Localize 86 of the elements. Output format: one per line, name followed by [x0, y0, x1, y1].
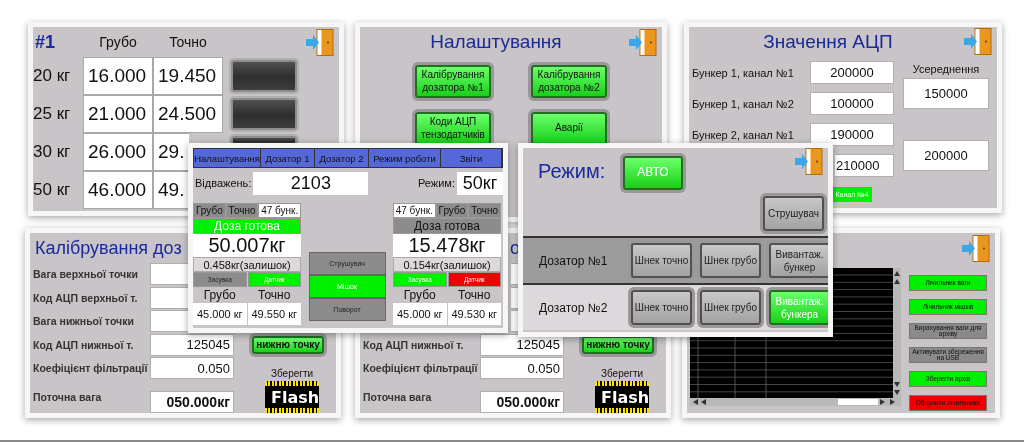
mode-label: Режим: [537, 159, 607, 183]
window-title: Калібрування доз [35, 237, 182, 259]
doser-label: Дозатор №1 [538, 253, 609, 268]
count-field: 2103 [253, 171, 369, 195]
auger-button[interactable]: Вивантаж. бункер [769, 243, 828, 278]
status-lamp: Доза готова [393, 218, 501, 234]
adc-value-field: 200000 [810, 61, 894, 84]
field-label: Коефіцієнт фільтрації [363, 362, 479, 374]
average-label: Усереднення [911, 63, 981, 75]
indicator-lamp: Точно [468, 203, 501, 218]
column-header: Точно [169, 33, 207, 51]
indicator-lamp: Грубо [435, 203, 469, 218]
row-label: 25 кг [33, 104, 72, 124]
weight-display: 15.478кг [393, 234, 501, 257]
input-field[interactable]: 125045 [150, 333, 234, 356]
column-label: Точно [457, 287, 492, 303]
menu-button[interactable]: Аварії [531, 112, 607, 145]
input-field[interactable]: 0.050 [480, 357, 564, 379]
indicator-lamp: Точно [225, 203, 259, 218]
indicator-lamp: 47 бунк. [393, 203, 436, 218]
field-label: Поточна вага [33, 390, 103, 403]
shaker-button[interactable]: Струшувач [763, 195, 824, 231]
set-point-button[interactable]: нижню точку [252, 335, 324, 354]
screen-number: #1 [34, 31, 56, 53]
input-field[interactable]: 125045 [480, 333, 564, 356]
tab[interactable]: Налаштування [194, 149, 261, 167]
field-label: Код АЦП нижньої т. [33, 338, 135, 351]
window-title: Налаштування [429, 31, 563, 53]
field-label: Код АЦП верхньої т. [33, 291, 139, 304]
auger-button[interactable]: Шнек грубо [700, 243, 761, 278]
value-cell: 21.000 [83, 95, 153, 133]
setpoint-field: 45.000 кг [393, 303, 447, 325]
column-label: Точно [257, 287, 292, 303]
value-cell: 19.450 [153, 57, 223, 95]
mode-field: 50кг [457, 171, 503, 195]
doser-label: Дозатор №2 [538, 300, 609, 315]
setpoint-field: 49.550 кг [247, 303, 301, 325]
input-field[interactable]: 0.050 [150, 357, 234, 379]
window-title: Значення АЦП [762, 30, 894, 53]
save-label: Зберегти [599, 368, 645, 379]
status-lamp: Доза готова [193, 218, 301, 234]
channel-label: Бункер 1, канал №1 [692, 66, 795, 79]
save-label: Зберегти [269, 368, 315, 379]
column-label: Грубо [202, 287, 237, 303]
auger-button[interactable]: Шнек точно [631, 290, 692, 325]
column-header: Грубо [99, 33, 137, 51]
value-cell: 16.000 [83, 57, 153, 95]
setpoint-field: 45.000 кг [193, 303, 247, 325]
field-label: Вага нижньої точки [33, 315, 135, 327]
field-label: Коефіцієнт фільтрації [33, 362, 149, 374]
average-field: 150000 [903, 78, 989, 109]
count-label: Відважень: [194, 177, 253, 189]
input-field[interactable]: 050.000кг [150, 390, 234, 413]
input-field[interactable]: 050.000кг [480, 390, 564, 413]
weight-display: 50.007кг [193, 234, 301, 257]
indicator-lamp: Грубо [193, 203, 226, 218]
row-label: 20 кг [33, 66, 72, 86]
channel-label: Бункер 2, канал №1 [692, 128, 795, 141]
flash-save-button[interactable]: Flash [595, 380, 649, 413]
adc-value-field: 190000 [810, 123, 894, 146]
channel-label: Бункер 1, канал №2 [692, 97, 795, 110]
menu-button[interactable]: Коди АЦП тензодатчиків [415, 112, 491, 145]
value-cell: 24.500 [153, 95, 223, 133]
row-label: 50 кг [33, 180, 72, 200]
adc-value-field: 100000 [810, 92, 894, 115]
column-label: Грубо [402, 287, 437, 303]
remainder-display: 0.458кг(залишок) [193, 257, 301, 272]
field-label: Поточна вага [363, 390, 433, 403]
auger-button[interactable]: Шнек грубо [700, 290, 761, 325]
remainder-display: 0.154кг(залишок) [393, 257, 501, 272]
adc-value-field: 210000 [835, 154, 894, 177]
menu-button[interactable]: Калібрування дозатора №1 [415, 65, 491, 98]
setpoint-field: 49.530 кг [447, 303, 501, 325]
row-label: 30 кг [33, 142, 72, 162]
value-cell: 46.000 [83, 171, 153, 209]
value-cell: 26.000 [83, 133, 153, 171]
auger-button[interactable]: Шнек точно [631, 243, 692, 278]
field-label: Код АЦП нижньої т. [363, 338, 465, 351]
flash-save-button[interactable]: Flash [265, 380, 319, 413]
value-cell: 29. [153, 133, 189, 171]
mode-label: Режим: [417, 177, 456, 189]
average-field: 200000 [903, 140, 989, 171]
indicator-lamp: 47 бунк. [258, 203, 301, 218]
value-cell: 49. [153, 171, 189, 209]
menu-button[interactable]: Калібрування дозатора №2 [531, 65, 607, 98]
field-label: Вага верхньої точки [33, 268, 139, 280]
